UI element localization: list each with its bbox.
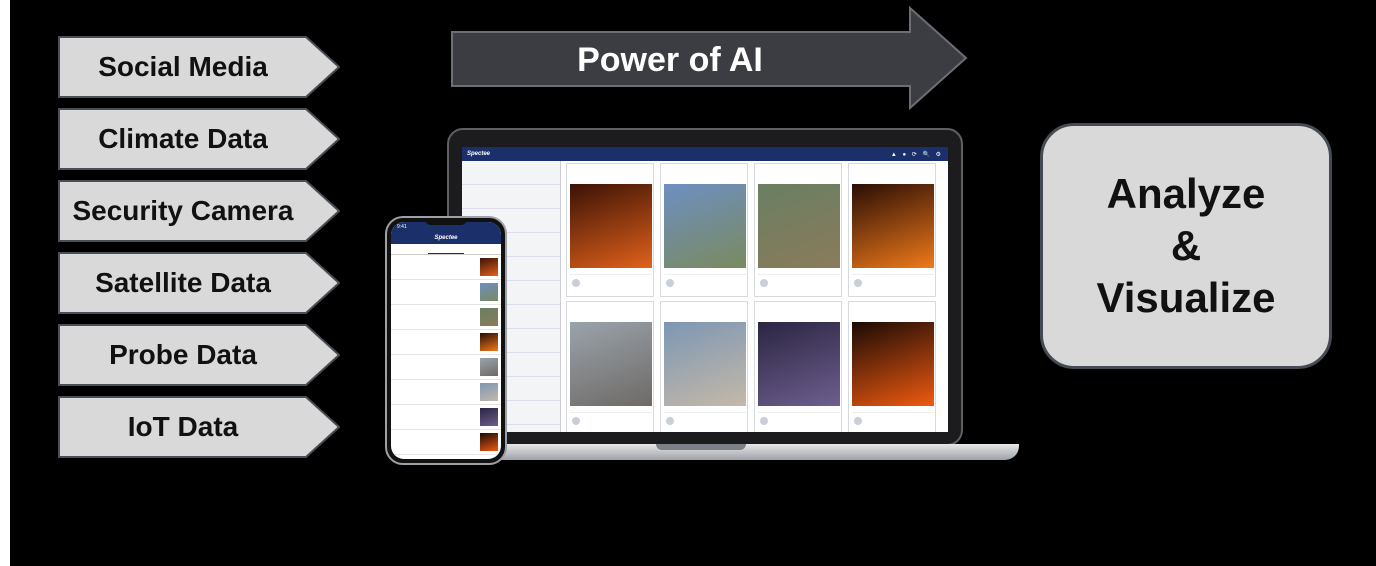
news-card-image (570, 184, 652, 268)
news-card-footer (664, 412, 746, 429)
news-card[interactable] (566, 301, 654, 432)
phone-tab[interactable] (464, 244, 501, 254)
phone-feed-thumbnail (480, 333, 498, 351)
news-card-footer (758, 412, 840, 429)
news-card[interactable] (754, 301, 842, 432)
phone-screen: 9:41 Spectee (391, 222, 501, 459)
news-card-footer (852, 412, 934, 429)
phone-feed-thumbnail (480, 358, 498, 376)
feed-row[interactable] (462, 161, 560, 185)
phone-feed-row[interactable] (391, 380, 501, 405)
news-card[interactable] (754, 163, 842, 297)
laptop-hinge-notch (656, 444, 746, 450)
source-arrow-security-camera: Security Camera (58, 180, 340, 242)
result-line-analyze: Analyze (1106, 170, 1266, 217)
news-card-image (852, 322, 934, 406)
analyze-visualize-box: Analyze & Visualize (1040, 123, 1332, 369)
result-line-ampersand: & (1170, 222, 1202, 269)
phone-tab[interactable] (427, 244, 465, 254)
news-card-image (758, 184, 840, 268)
phone-feed-row[interactable] (391, 430, 501, 455)
phone-feed-row[interactable] (391, 255, 501, 280)
phone-notch (425, 218, 467, 225)
source-label: Security Camera (72, 195, 294, 226)
news-card-image (570, 322, 652, 406)
news-card-footer (664, 274, 746, 291)
news-card-footer (758, 274, 840, 291)
news-card-image (664, 184, 746, 268)
phone-time: 9:41 (397, 224, 407, 230)
phone-feed-thumbnail (480, 258, 498, 276)
phone-feed-list (391, 255, 501, 455)
source-label: Climate Data (98, 123, 268, 154)
source-arrow-social-media: Social Media (58, 36, 340, 98)
phone-feed-thumbnail (480, 283, 498, 301)
app-header: Spectee ▲ ● ⟳ 🔍 ⚙ (462, 147, 948, 161)
phone-tabs (391, 244, 501, 255)
phone-feed-thumbnail (480, 433, 498, 451)
result-line-visualize: Visualize (1096, 274, 1276, 321)
news-card[interactable] (660, 163, 748, 297)
source-label: Social Media (98, 51, 268, 82)
phone-feed-row[interactable] (391, 330, 501, 355)
news-card-image (758, 322, 840, 406)
power-of-ai-label: Power of AI (577, 40, 763, 79)
phone-feed-row[interactable] (391, 405, 501, 430)
power-of-ai-arrow: Power of AI (450, 6, 968, 110)
news-card[interactable] (848, 163, 936, 297)
header-icons: ▲ ● ⟳ 🔍 ⚙ (890, 151, 943, 158)
source-arrow-satellite-data: Satellite Data (58, 252, 340, 314)
feed-row[interactable] (462, 185, 560, 209)
source-arrow-climate-data: Climate Data (58, 108, 340, 170)
laptop-screen: Spectee ▲ ● ⟳ 🔍 ⚙ (462, 147, 948, 432)
news-card-image (852, 184, 934, 268)
phone-feed-row[interactable] (391, 355, 501, 380)
phone-app-header: Spectee (391, 232, 501, 244)
news-card[interactable] (848, 301, 936, 432)
app-logo: Spectee (467, 151, 491, 157)
news-card-footer (570, 274, 652, 291)
source-label: Probe Data (109, 339, 257, 370)
news-card-footer (852, 274, 934, 291)
news-card[interactable] (660, 301, 748, 432)
phone-feed-thumbnail (480, 383, 498, 401)
left-edge-strip (0, 0, 10, 566)
source-label: Satellite Data (95, 267, 271, 298)
phone-feed-row[interactable] (391, 280, 501, 305)
phone-tab[interactable] (391, 244, 428, 254)
news-card-footer (570, 412, 652, 429)
news-card[interactable] (566, 163, 654, 297)
phone-feed-thumbnail (480, 308, 498, 326)
news-card-image (664, 322, 746, 406)
phone-app-logo: Spectee (434, 235, 458, 241)
source-arrow-probe-data: Probe Data (58, 324, 340, 386)
phone-feed-row[interactable] (391, 305, 501, 330)
phone-feed-thumbnail (480, 408, 498, 426)
source-label: IoT Data (127, 411, 239, 442)
source-arrow-iot-data: IoT Data (58, 396, 340, 458)
